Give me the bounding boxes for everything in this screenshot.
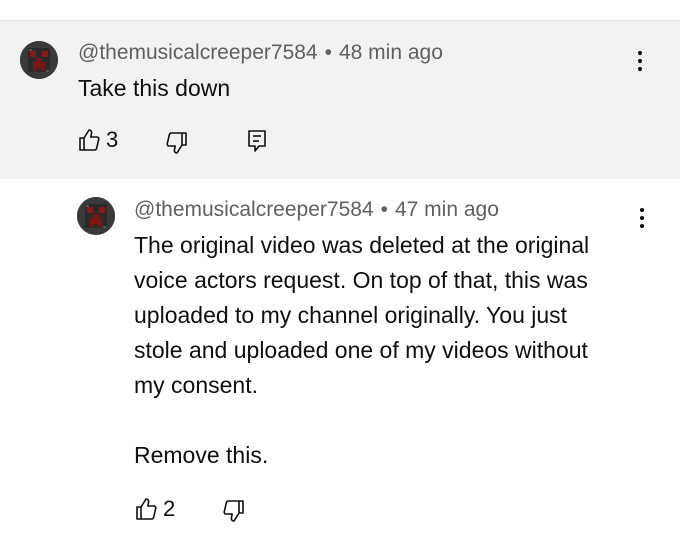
- thumbs-up-icon: [136, 498, 157, 520]
- thumbs-up-icon: [79, 129, 100, 151]
- comment-meta: @themusicalcreeper7584 • 48 min ago: [78, 41, 443, 65]
- like-button[interactable]: 2: [135, 496, 175, 522]
- meta-separator: •: [324, 41, 332, 64]
- like-count: 2: [163, 496, 176, 521]
- dislike-button[interactable]: [166, 131, 188, 155]
- more-vertical-icon[interactable]: [628, 47, 652, 77]
- creeper-avatar-icon[interactable]: [20, 41, 58, 79]
- meta-separator: •: [380, 198, 388, 221]
- dislike-button[interactable]: [223, 499, 245, 523]
- reply-meta: @themusicalcreeper7584 • 47 min ago: [134, 198, 499, 222]
- creeper-face-graphic: [20, 41, 58, 79]
- comment-text: Take this down: [78, 75, 231, 101]
- like-button[interactable]: 3: [78, 127, 118, 153]
- reply-timestamp[interactable]: 47 min ago: [395, 198, 499, 221]
- thumbs-down-icon: [223, 500, 244, 522]
- top-divider: [0, 0, 680, 21]
- more-vertical-icon[interactable]: [630, 204, 654, 234]
- reply-comment-icon: [248, 130, 266, 152]
- reply-text: The original video was deleted at the or…: [134, 232, 590, 468]
- thumbs-down-icon: [166, 132, 187, 154]
- comment-timestamp[interactable]: 48 min ago: [339, 41, 443, 64]
- comment-author[interactable]: @themusicalcreeper7584: [78, 41, 318, 64]
- reply-button[interactable]: [247, 129, 267, 153]
- like-count: 3: [106, 127, 119, 152]
- highlighted-comment: @themusicalcreeper7584 • 48 min ago Take t…: [0, 21, 680, 179]
- reply-author[interactable]: @themusicalcreeper7584: [134, 198, 374, 221]
- creeper-face-graphic: [77, 197, 115, 235]
- creeper-avatar-icon[interactable]: [77, 197, 115, 235]
